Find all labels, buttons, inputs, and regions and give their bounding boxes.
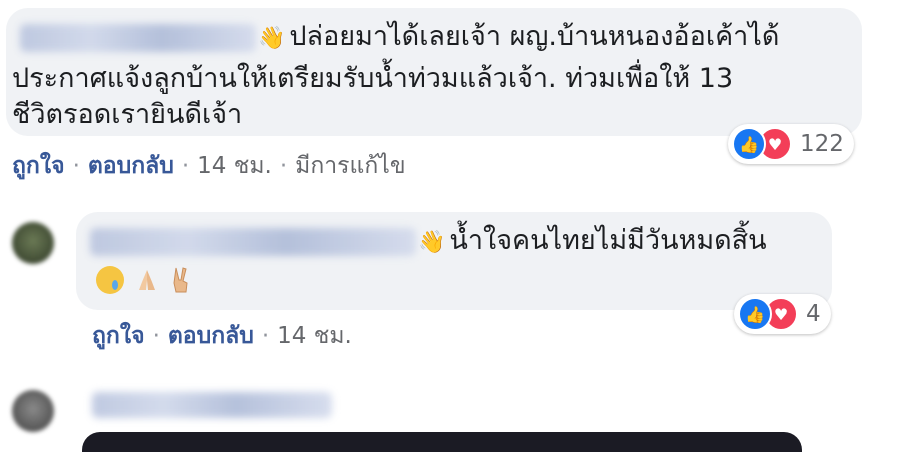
- reply-bubble: 👋 น้ำใจคนไทยไม่มีวันหมดสิ้น: [76, 212, 832, 310]
- commenter-name-blurred[interactable]: [92, 392, 332, 418]
- comment-actions: ถูกใจ · ตอบกลับ · 14 ชม. · มีการแก้ไข: [12, 153, 406, 179]
- commenter-name-blurred[interactable]: [90, 228, 416, 256]
- folded-hands-icon: [138, 269, 155, 290]
- media-preview[interactable]: [82, 432, 802, 452]
- crying-face-icon: [96, 265, 124, 294]
- comment-text: 👋 น้ำใจคนไทยไม่มีวันหมดสิ้น: [418, 224, 767, 260]
- timestamp[interactable]: 14 ชม.: [277, 323, 352, 349]
- avatar[interactable]: [12, 390, 54, 432]
- like-reaction-icon: 👍: [738, 297, 772, 331]
- reaction-count: 122: [800, 131, 844, 157]
- emoji-row: [96, 262, 193, 296]
- reply-link[interactable]: ตอบกลับ: [168, 323, 254, 349]
- wave-hand-icon: 👋: [258, 26, 286, 51]
- avatar[interactable]: [12, 222, 54, 264]
- comment-text: 👋 ปล่อยมาได้เลยเจ้า ผญ.บ้านหนองอ้อเค้าได้: [258, 20, 779, 56]
- reply-actions: ถูกใจ · ตอบกลับ · 14 ชม.: [92, 323, 352, 349]
- like-link[interactable]: ถูกใจ: [12, 153, 65, 179]
- comment-text-line: ชีวิตรอดเรายินดีเจ้า: [12, 99, 243, 130]
- timestamp[interactable]: 14 ชม.: [197, 153, 272, 179]
- comment-bubble: 👋 ปล่อยมาได้เลยเจ้า ผญ.บ้านหนองอ้อเค้าได้…: [6, 8, 862, 136]
- wave-hand-icon: 👋: [418, 230, 446, 255]
- like-link[interactable]: ถูกใจ: [92, 323, 145, 349]
- edited-label[interactable]: มีการแก้ไข: [295, 153, 405, 179]
- comment-text-line: ประกาศแจ้งลูกบ้านให้เตรียมรับน้ำท่วมแล้ว…: [12, 63, 734, 94]
- like-reaction-icon: 👍: [732, 127, 766, 161]
- reaction-summary[interactable]: 👍 ♥ 4: [734, 294, 831, 334]
- reaction-count: 4: [806, 301, 821, 327]
- reply-link[interactable]: ตอบกลับ: [88, 153, 174, 179]
- victory-hand-icon: [173, 266, 188, 292]
- reaction-summary[interactable]: 👍 ♥ 122: [728, 124, 854, 164]
- commenter-name-blurred[interactable]: [20, 24, 256, 52]
